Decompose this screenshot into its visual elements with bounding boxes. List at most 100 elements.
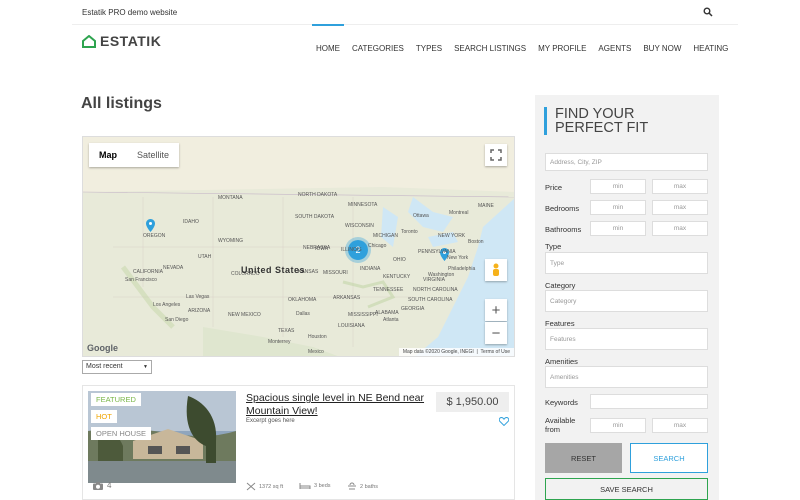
map-label: NEW YORK — [438, 233, 466, 239]
listing-baths: 2 baths — [347, 482, 378, 491]
map-label: ARKANSAS — [333, 295, 361, 301]
page-title: All listings — [81, 95, 162, 112]
search-sidebar: FIND YOUR PERFECT FIT Address, City, ZIP… — [535, 95, 719, 500]
nav-agents[interactable]: AGENTS — [592, 24, 637, 64]
map-label: Houston — [308, 334, 327, 340]
map-label: Mexico — [308, 349, 324, 355]
heart-icon[interactable] — [499, 417, 509, 426]
shower-icon — [348, 482, 356, 490]
amenities-select[interactable]: Amenities — [545, 366, 708, 388]
map-label: ARIZONA — [188, 308, 211, 314]
map-label: Washington — [428, 272, 455, 278]
map-label: OKLAHOMA — [288, 297, 317, 303]
zoom-out-button[interactable]: − — [485, 322, 507, 344]
map-label: GEORGIA — [401, 306, 425, 312]
type-select[interactable]: Type — [545, 252, 708, 274]
logo-text: ESTATIK — [100, 33, 162, 49]
features-label: Features — [545, 319, 575, 328]
map-data-credit: Map data ©2020 Google, INEGI — [402, 349, 474, 355]
nav-my-profile[interactable]: MY PROFILE — [532, 24, 592, 64]
camera-icon — [93, 481, 103, 490]
listing-title-link[interactable]: Spacious single level in NE Bend near Mo… — [246, 392, 431, 418]
nav-buy-now[interactable]: BUY NOW — [637, 24, 687, 64]
baths-value: 2 baths — [360, 483, 379, 490]
house-icon — [82, 34, 96, 48]
photo-count: 4 — [93, 481, 111, 490]
site-name: Estatik PRO demo website — [82, 8, 178, 17]
map-label: SOUTH CAROLINA — [408, 297, 453, 303]
bathrooms-max-input[interactable]: max — [652, 221, 708, 236]
price-max-input[interactable]: max — [652, 179, 708, 194]
address-input[interactable]: Address, City, ZIP — [545, 153, 708, 171]
map-label: MISSISSIPPI — [348, 312, 378, 318]
map-type-control: Map Satellite — [89, 143, 180, 167]
bedrooms-max-input[interactable]: max — [652, 200, 708, 215]
map-type-satellite[interactable]: Satellite — [127, 143, 179, 167]
beds-value: 3 beds — [314, 483, 331, 489]
save-search-button[interactable]: SAVE SEARCH — [545, 478, 708, 500]
keywords-input[interactable] — [590, 394, 708, 409]
map-label: MONTANA — [218, 195, 243, 201]
map-label: MISSOURI — [323, 270, 348, 276]
map-label: ILLINOIS — [341, 247, 362, 253]
badge-open-house: OPEN HOUSE — [91, 427, 152, 440]
search-button[interactable]: SEARCH — [630, 443, 708, 473]
map-attribution: Map data ©2020 Google, INEGI | Terms of … — [398, 348, 514, 356]
nav-home[interactable]: HOME — [310, 24, 346, 64]
map-label: Monterrey — [268, 339, 291, 345]
nav-heating[interactable]: HEATING — [687, 24, 734, 64]
listing-area: 1372 sq ft — [246, 482, 283, 491]
zoom-in-button[interactable]: + — [485, 299, 507, 321]
features-select[interactable]: Features — [545, 328, 708, 350]
map-marker-icon[interactable] — [146, 219, 155, 232]
map-label: CALIFORNIA — [133, 269, 164, 275]
map-label: Ottawa — [413, 213, 429, 219]
category-select[interactable]: Category — [545, 290, 708, 312]
nav-types[interactable]: TYPES — [410, 24, 448, 64]
listing-photo[interactable]: FEATURED HOT OPEN HOUSE — [88, 391, 236, 483]
map-label: Atlanta — [383, 317, 399, 323]
bathrooms-min-input[interactable]: min — [590, 221, 646, 236]
sort-select[interactable]: Most recent ▼ — [82, 360, 152, 374]
search-icon[interactable] — [703, 7, 713, 17]
map-land — [83, 137, 514, 356]
map-label: NEW MEXICO — [228, 312, 261, 318]
street-view-button[interactable] — [485, 259, 507, 281]
logo[interactable]: ESTATIK — [82, 33, 161, 49]
map-label: Montreal — [449, 210, 469, 216]
map-country-label: United States — [241, 265, 306, 275]
sort-value: Most recent — [86, 363, 123, 370]
google-logo: Google — [87, 343, 118, 353]
main-nav: HOME CATEGORIES TYPES SEARCH LISTINGS MY… — [310, 24, 734, 64]
top-bar: Estatik PRO demo website — [0, 0, 800, 25]
available-min-input[interactable]: min — [590, 418, 646, 433]
map-label: MAINE — [478, 203, 494, 209]
fullscreen-icon — [490, 149, 502, 161]
price-min-input[interactable]: min — [590, 179, 646, 194]
map-label: LOUISIANA — [338, 323, 365, 329]
type-label: Type — [545, 242, 562, 251]
map-label: Los Angeles — [153, 302, 181, 308]
map-label: MINNESOTA — [348, 202, 378, 208]
nav-categories[interactable]: CATEGORIES — [346, 24, 410, 64]
listing-beds: 3 beds — [299, 482, 331, 490]
area-icon — [246, 482, 256, 491]
area-value: 1372 sq ft — [259, 483, 284, 490]
available-max-input[interactable]: max — [652, 418, 708, 433]
bedrooms-min-input[interactable]: min — [590, 200, 646, 215]
nav-search-listings[interactable]: SEARCH LISTINGS — [448, 24, 532, 64]
map-label: OREGON — [143, 233, 166, 239]
keywords-label: Keywords — [545, 398, 578, 407]
listing-card[interactable]: FEATURED HOT OPEN HOUSE 4 Spacious singl… — [82, 385, 515, 500]
map-label: INDIANA — [360, 266, 381, 272]
reset-button[interactable]: RESET — [545, 443, 622, 473]
map-label: ALABAMA — [375, 310, 399, 316]
map-label: MICHIGAN — [373, 233, 398, 239]
map-label: NORTH DAKOTA — [298, 192, 338, 198]
terms-link[interactable]: Terms of Use — [481, 349, 510, 355]
map-label: New York — [447, 255, 469, 261]
map-type-map[interactable]: Map — [89, 143, 127, 167]
price-label: Price — [545, 183, 563, 192]
listings-map[interactable]: Map Satellite + − 2 NORTH DAKOTA MONTANA… — [82, 136, 515, 357]
fullscreen-button[interactable] — [485, 144, 507, 166]
